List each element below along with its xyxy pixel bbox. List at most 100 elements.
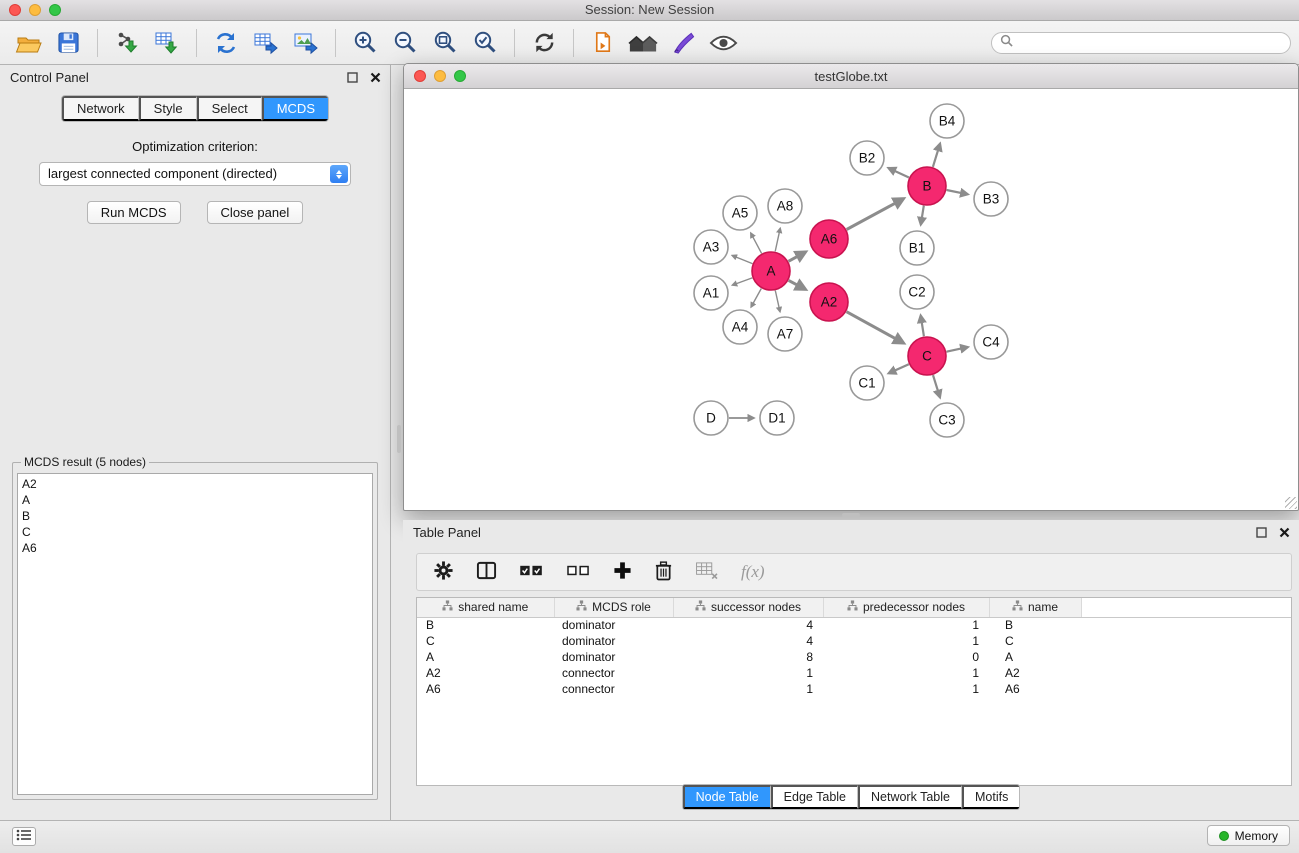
edge-B-B3[interactable] (947, 190, 968, 194)
column-header-predecessor-nodes[interactable]: predecessor nodes (823, 598, 989, 617)
delete-column-button[interactable] (654, 560, 673, 584)
tab-mcds[interactable]: MCDS (262, 96, 328, 121)
deselect-all-button[interactable] (566, 563, 591, 581)
minimize-window-icon[interactable] (29, 4, 41, 16)
search-input[interactable] (1018, 36, 1290, 50)
node-A2[interactable]: A2 (810, 283, 848, 321)
function-builder-button[interactable]: f(x) (741, 562, 765, 582)
node-A4[interactable]: A4 (723, 310, 757, 344)
resize-grip[interactable] (1285, 497, 1297, 509)
node-B[interactable]: B (908, 167, 946, 205)
add-column-button[interactable] (613, 561, 632, 583)
import-table-button[interactable] (147, 25, 187, 61)
table-row[interactable]: Adominator80A (417, 649, 1291, 665)
node-A1[interactable]: A1 (694, 276, 728, 310)
tab-edge-table[interactable]: Edge Table (771, 785, 858, 809)
criterion-dropdown[interactable]: largest connected component (directed) (39, 162, 351, 186)
node-B1[interactable]: B1 (900, 231, 934, 265)
show-columns-button[interactable] (476, 560, 497, 584)
node-C3[interactable]: C3 (930, 403, 964, 437)
float-panel-icon[interactable] (346, 71, 359, 84)
network-zoom-icon[interactable] (454, 70, 466, 82)
node-D1[interactable]: D1 (760, 401, 794, 435)
tab-motifs[interactable]: Motifs (962, 785, 1019, 809)
apply-layout-button[interactable] (524, 25, 564, 61)
tab-style[interactable]: Style (139, 96, 197, 121)
edge-B-B4[interactable] (933, 144, 940, 167)
network-close-icon[interactable] (414, 70, 426, 82)
splitter-handle[interactable] (842, 513, 860, 517)
close-window-icon[interactable] (9, 4, 21, 16)
node-A7[interactable]: A7 (768, 317, 802, 351)
import-network-button[interactable] (107, 25, 147, 61)
node-A8[interactable]: A8 (768, 189, 802, 223)
export-table-button[interactable] (246, 25, 286, 61)
edge-A-A8[interactable] (775, 228, 780, 251)
node-C4[interactable]: C4 (974, 325, 1008, 359)
node-A3[interactable]: A3 (694, 230, 728, 264)
node-A5[interactable]: A5 (723, 196, 757, 230)
column-header-shared-name[interactable]: shared name (417, 598, 554, 617)
table-row[interactable]: Bdominator41B (417, 617, 1291, 633)
zoom-in-button[interactable] (345, 25, 385, 61)
float-panel-icon[interactable] (1255, 526, 1268, 539)
edge-A-A1[interactable] (732, 278, 752, 285)
table-row[interactable]: Cdominator41C (417, 633, 1291, 649)
tab-select[interactable]: Select (197, 96, 262, 121)
tab-network[interactable]: Network (62, 96, 139, 121)
network-window-titlebar[interactable]: testGlobe.txt (404, 64, 1298, 89)
table-settings-button[interactable] (433, 560, 454, 584)
edge-C-C1[interactable] (889, 364, 909, 373)
edge-A-A5[interactable] (751, 233, 762, 253)
tab-node-table[interactable]: Node Table (683, 785, 771, 809)
save-session-button[interactable] (48, 25, 88, 61)
task-history-button[interactable] (12, 827, 36, 846)
table-row[interactable]: A2connector11A2 (417, 665, 1291, 681)
node-C2[interactable]: C2 (900, 275, 934, 309)
node-C1[interactable]: C1 (850, 366, 884, 400)
node-D[interactable]: D (694, 401, 728, 435)
tab-network-table[interactable]: Network Table (858, 785, 962, 809)
column-header-name[interactable]: name (989, 598, 1081, 617)
edge-A2-C[interactable] (847, 312, 904, 343)
node-C[interactable]: C (908, 337, 946, 375)
node-table-container[interactable]: shared name MCDS role successor nodes pr… (416, 597, 1292, 786)
edge-B-B1[interactable] (921, 206, 924, 225)
zoom-fit-button[interactable] (425, 25, 465, 61)
zoom-selected-button[interactable] (465, 25, 505, 61)
edge-A6-B[interactable] (847, 199, 904, 230)
export-network-button[interactable] (206, 25, 246, 61)
memory-button[interactable]: Memory (1207, 825, 1290, 846)
edge-C-C2[interactable] (921, 316, 924, 337)
edge-A-A4[interactable] (751, 289, 761, 308)
apply-style-button[interactable] (663, 25, 703, 61)
edge-C-C3[interactable] (933, 375, 940, 397)
edge-C-C4[interactable] (947, 347, 968, 352)
export-image-button[interactable] (286, 25, 326, 61)
mcds-result-list[interactable]: A2ABCA6 (17, 473, 373, 795)
open-session-button[interactable] (8, 25, 48, 61)
edge-B-B2[interactable] (889, 168, 909, 177)
column-header-successor-nodes[interactable]: successor nodes (673, 598, 823, 617)
node-B3[interactable]: B3 (974, 182, 1008, 216)
close-panel-icon[interactable] (1278, 526, 1291, 539)
network-minimize-icon[interactable] (434, 70, 446, 82)
graphics-details-button[interactable] (703, 25, 743, 61)
node-A[interactable]: A (752, 252, 790, 290)
node-B2[interactable]: B2 (850, 141, 884, 175)
node-B4[interactable]: B4 (930, 104, 964, 138)
node-A6[interactable]: A6 (810, 220, 848, 258)
search-box[interactable] (991, 32, 1291, 54)
splitter-handle[interactable] (397, 425, 401, 453)
select-all-button[interactable] (519, 563, 544, 581)
table-row[interactable]: A6connector11A6 (417, 681, 1291, 697)
close-panel-icon[interactable] (369, 71, 382, 84)
open-recent-button[interactable] (583, 25, 623, 61)
edge-A-A6[interactable] (789, 252, 806, 261)
close-panel-button[interactable]: Close panel (207, 201, 304, 224)
zoom-window-icon[interactable] (49, 4, 61, 16)
run-mcds-button[interactable]: Run MCDS (87, 201, 181, 224)
edge-A-A7[interactable] (775, 291, 780, 312)
delete-table-button[interactable] (695, 561, 719, 583)
edge-A-A2[interactable] (789, 280, 806, 289)
